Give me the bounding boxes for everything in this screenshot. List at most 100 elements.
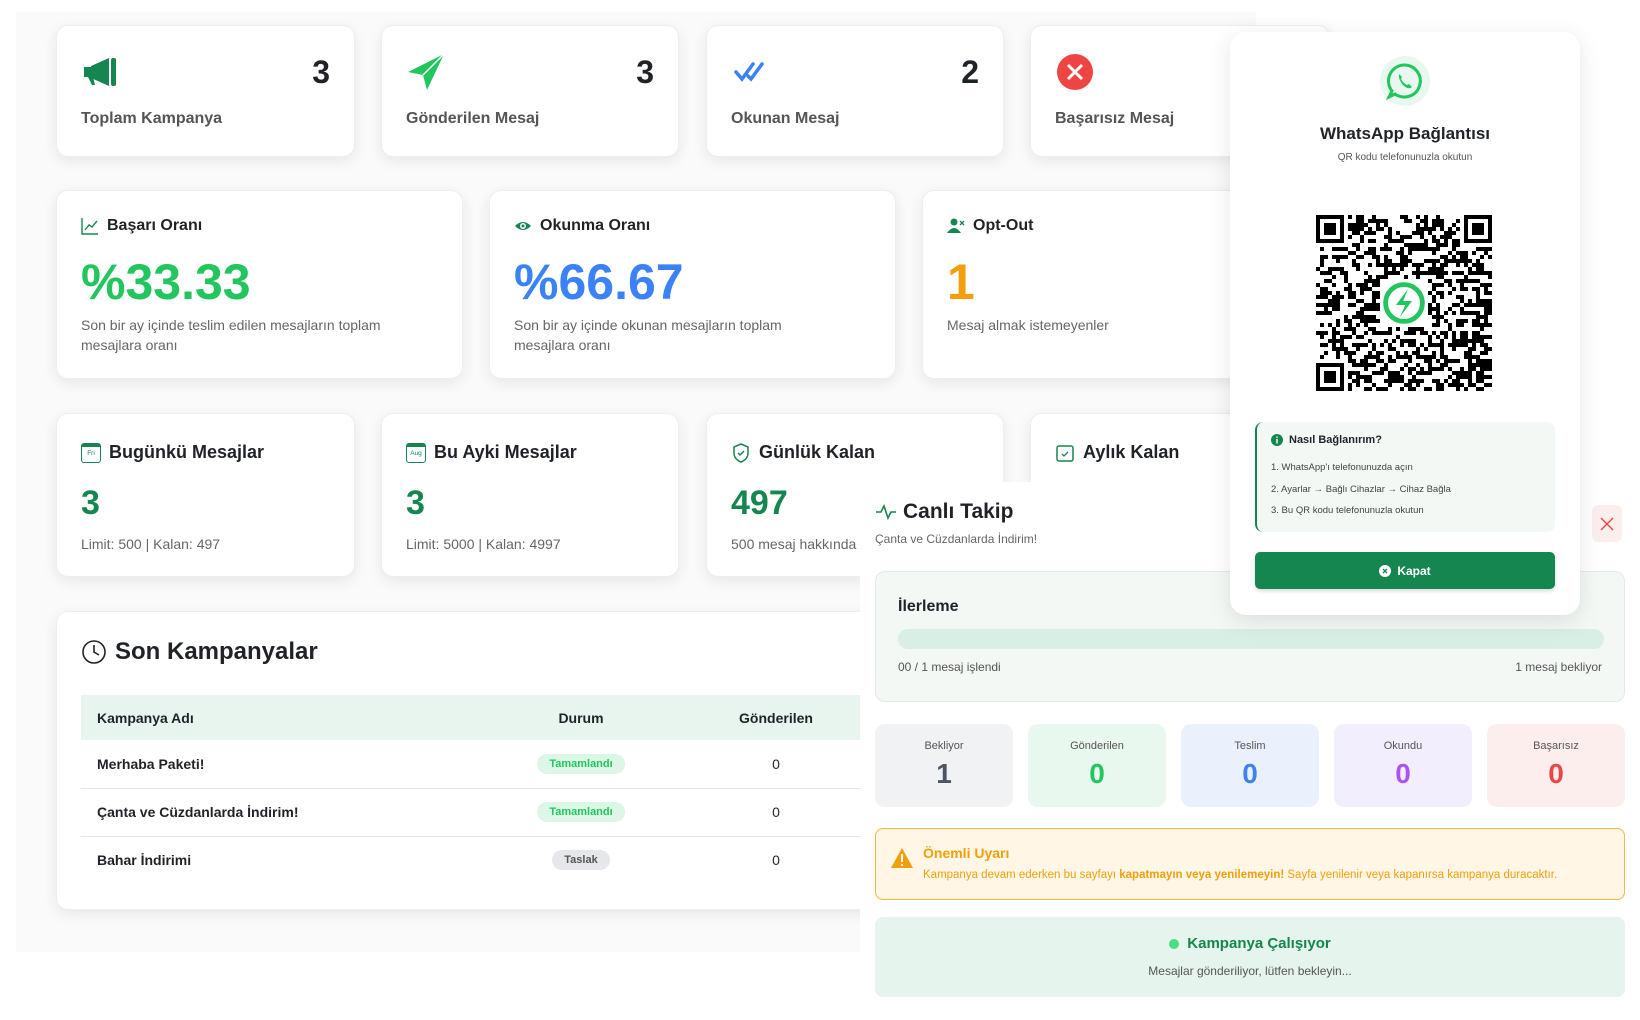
user-x-icon bbox=[947, 218, 965, 233]
sent-count: 0 bbox=[681, 788, 871, 837]
stat-value: 2 bbox=[961, 54, 979, 90]
calendar-icon-text: Aug bbox=[410, 449, 422, 457]
rate-value: %66.67 bbox=[514, 254, 684, 310]
section-title: Son Kampanyalar bbox=[115, 638, 318, 665]
status-badge: Tamamlandı bbox=[537, 802, 625, 822]
modal-title: WhatsApp Bağlantısı bbox=[1319, 124, 1490, 143]
close-modal-button[interactable]: Kapat bbox=[1255, 552, 1555, 589]
rate-description: Mesaj almak istemeyenler bbox=[947, 317, 1109, 333]
table-row[interactable]: Çanta ve Cüzdanlarda İndirim! Tamamlandı 0 bbox=[81, 788, 871, 837]
limit-title: Bu Ayki Mesajlar bbox=[434, 442, 577, 462]
running-title: Kampanya Çalışıyor bbox=[1187, 935, 1331, 952]
column-header: Kampanya Adı bbox=[81, 695, 481, 740]
campaign-name: Merhaba Paketi! bbox=[81, 740, 481, 789]
info-icon bbox=[1271, 434, 1283, 446]
running-status-box: Kampanya Çalışıyor Mesajlar gönderiliyor… bbox=[875, 917, 1625, 997]
progress-label: İlerleme bbox=[898, 598, 959, 615]
error-icon bbox=[1057, 54, 1093, 90]
status-badge: Tamamlandı bbox=[537, 753, 625, 774]
stat-value: 3 bbox=[636, 54, 654, 90]
calendar-icon: Aug bbox=[406, 442, 426, 463]
waiting-text: 1 mesaj bekliyor bbox=[1515, 660, 1602, 674]
table-row[interactable]: Bahar İndirimi Taslak 0 bbox=[81, 836, 871, 884]
close-modal-label: Kapat bbox=[1397, 563, 1431, 578]
whatsapp-connection-modal: WhatsApp Bağlantısı QR kodu telefonunuzl… bbox=[1230, 32, 1580, 615]
rate-value: 1 bbox=[947, 254, 975, 310]
status-dot-icon bbox=[1169, 938, 1180, 949]
rate-card-success: Başarı Oranı %33.33 Son bir ay içinde te… bbox=[56, 190, 463, 379]
live-title: Canlı Takip bbox=[903, 500, 1014, 523]
counter-label: Gönderilen bbox=[1070, 740, 1124, 752]
recent-campaigns-card: Son Kampanyalar Kampanya Adı Durum Gönde… bbox=[56, 611, 936, 910]
counter-value: 0 bbox=[1089, 758, 1105, 789]
sent-count: 0 bbox=[772, 852, 780, 869]
calendar-icon: Fri bbox=[81, 442, 101, 463]
limit-card-month: Aug Bu Ayki Mesajlar 3 Limit: 5000 | Kala… bbox=[381, 413, 679, 577]
counter-failed: Başarısız 0 bbox=[1487, 724, 1625, 807]
double-check-icon bbox=[734, 62, 764, 82]
stat-card-sent-messages: 3 Gönderilen Mesaj bbox=[381, 25, 679, 157]
modal-subtitle: QR kodu telefonunuzla okutun bbox=[1337, 152, 1473, 163]
megaphone-icon bbox=[84, 58, 116, 86]
column-header: Gönderilen bbox=[681, 695, 871, 740]
counter-label: Başarısız bbox=[1533, 740, 1579, 752]
send-icon bbox=[408, 53, 445, 90]
help-step: 2. Ayarlar → Bağlı Cihazlar → Cihaz Bağl… bbox=[1271, 484, 1451, 495]
activity-icon bbox=[876, 503, 896, 521]
calendar-icon-text: Fri bbox=[87, 449, 95, 457]
counter-label: Okundu bbox=[1383, 740, 1423, 752]
warning-icon bbox=[891, 848, 913, 868]
rate-value: %33.33 bbox=[81, 254, 251, 310]
help-box: Nasıl Bağlanırım? 1. WhatsApp'ı telefonu… bbox=[1255, 422, 1555, 532]
limit-title: Günlük Kalan bbox=[759, 442, 876, 462]
counter-delivered: Teslim 0 bbox=[1181, 724, 1319, 807]
column-header: Durum bbox=[481, 695, 681, 740]
help-step: 3. Bu QR kodu telefonunuzla okutun bbox=[1271, 505, 1424, 516]
stat-label: Başarısız Mesaj bbox=[1055, 110, 1175, 127]
warning-text-start: Kampanya devam ederken bu sayfayı bbox=[923, 869, 1120, 881]
limit-value: 497 bbox=[731, 484, 788, 522]
rate-title: Okunma Oranı bbox=[540, 217, 651, 234]
close-circle-icon bbox=[1379, 564, 1392, 577]
clock-icon bbox=[82, 640, 106, 664]
table-row[interactable]: Merhaba Paketi! Tamamlandı 0 bbox=[81, 740, 871, 789]
counter-value: 0 bbox=[1242, 758, 1258, 789]
counter-waiting: Bekliyor 1 bbox=[875, 724, 1013, 807]
stat-value: 3 bbox=[312, 54, 330, 90]
counter-value: 1 bbox=[936, 758, 952, 789]
limit-title: Aylık Kalan bbox=[1083, 442, 1180, 462]
limit-title: Bugünkü Mesajlar bbox=[109, 442, 265, 462]
warning-text-end: Sayfa yenilenir veya kapanırsa kampanya … bbox=[1284, 869, 1558, 881]
limit-value: 3 bbox=[81, 484, 100, 522]
counter-label: Bekliyor bbox=[924, 740, 964, 752]
stat-card-read-messages: 2 Okunan Mesaj bbox=[706, 25, 1004, 157]
progress-bar bbox=[898, 629, 1604, 649]
status-badge: Taslak bbox=[552, 850, 610, 871]
limit-value: 3 bbox=[406, 484, 425, 522]
help-title: Nasıl Bağlanırım? bbox=[1289, 434, 1382, 446]
limit-description: Limit: 500 | Kalan: 497 bbox=[81, 536, 221, 552]
limit-description: Limit: 5000 | Kalan: 4997 bbox=[406, 536, 561, 552]
rate-description: Son bir ay içinde okunan mesajların topl… bbox=[514, 317, 782, 353]
sent-count: 0 bbox=[681, 740, 871, 789]
warning-text-bold: kapatmayın veya yenilemeyin! bbox=[1119, 869, 1285, 881]
rate-description: Son bir ay içinde teslim edilen mesajlar… bbox=[81, 317, 381, 353]
shield-check-icon bbox=[733, 442, 749, 463]
close-icon bbox=[1600, 517, 1614, 530]
warning-box: Önemli Uyarı Kampanya devam ederken bu s… bbox=[875, 828, 1625, 900]
counter-label: Teslim bbox=[1234, 740, 1266, 752]
whatsapp-icon bbox=[1380, 56, 1430, 106]
stat-card-total-campaigns: 3 Toplam Kampanya bbox=[56, 25, 355, 157]
eye-icon bbox=[515, 222, 531, 230]
processed-text: 00 / 1 mesaj işlendi bbox=[898, 660, 1001, 674]
campaigns-table: Kampanya Adı Durum Gönderilen Merhaba Pa… bbox=[81, 695, 871, 884]
rate-title: Opt-Out bbox=[973, 217, 1034, 234]
counter-sent: Gönderilen 0 bbox=[1028, 724, 1166, 807]
stat-label: Toplam Kampanya bbox=[81, 110, 223, 127]
campaign-name: Çanta ve Cüzdanlarda İndirim! bbox=[81, 788, 481, 837]
limit-card-today: Fri Bugünkü Mesajlar 3 Limit: 500 | Kalan… bbox=[56, 413, 355, 577]
limit-description: 500 mesaj hakkında bbox=[731, 536, 857, 552]
counter-value: 0 bbox=[1548, 758, 1564, 789]
close-panel-button[interactable] bbox=[1592, 505, 1622, 542]
rate-card-read: Okunma Oranı %66.67 Son bir ay içinde ok… bbox=[489, 190, 896, 379]
